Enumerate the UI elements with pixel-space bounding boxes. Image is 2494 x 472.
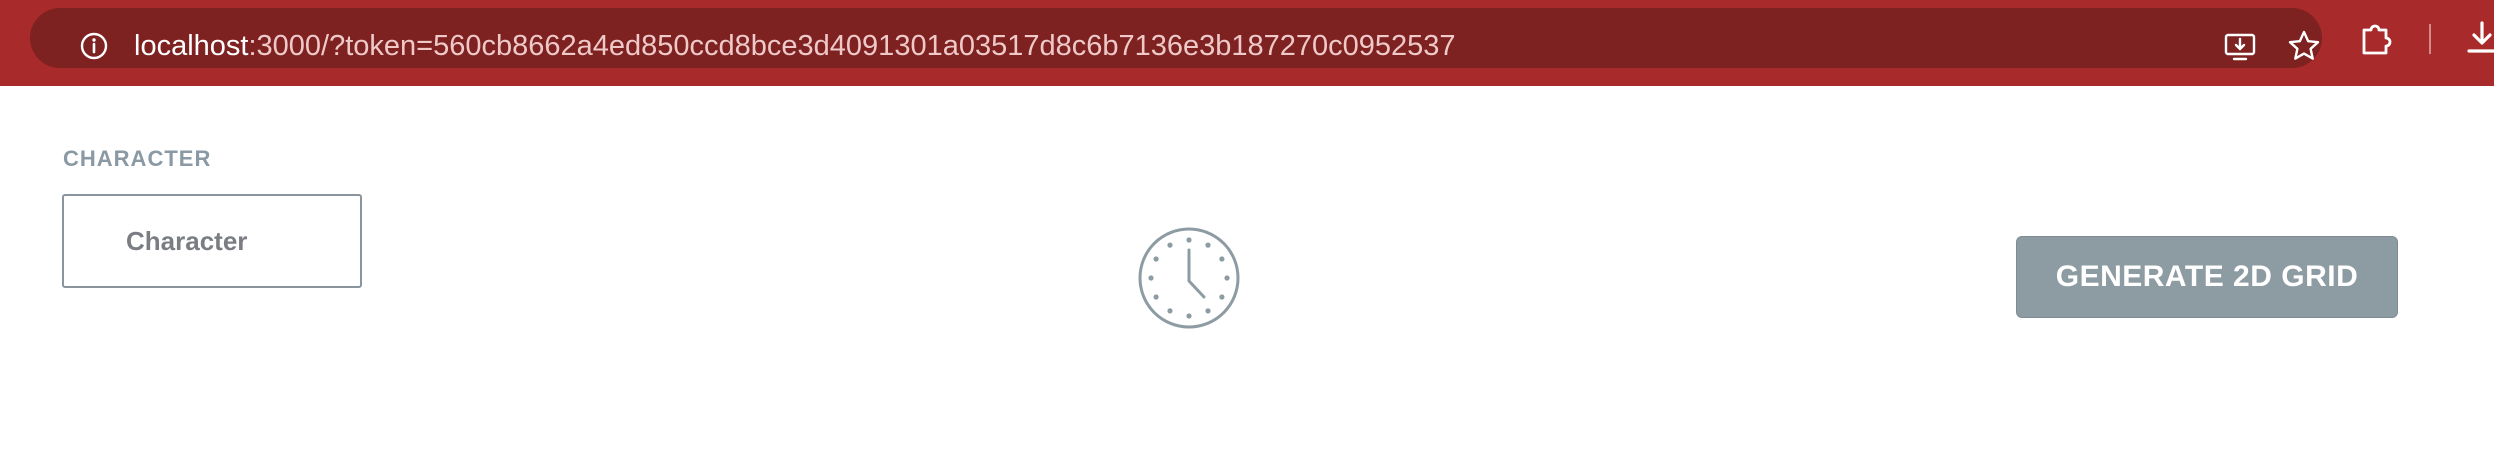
address-bar[interactable]: localhost:3000/?token=560cb8662a4ed850cc… bbox=[30, 8, 2322, 68]
character-label: CHARACTER bbox=[63, 146, 212, 171]
install-app-icon[interactable] bbox=[2222, 28, 2258, 64]
toolbar-divider bbox=[2429, 24, 2431, 54]
generate-2d-grid-button[interactable]: GENERATE 2D GRID bbox=[2016, 236, 2398, 318]
download-icon[interactable] bbox=[2462, 18, 2494, 58]
extensions-icon[interactable] bbox=[2356, 18, 2396, 58]
character-select-button[interactable]: Character bbox=[62, 194, 362, 288]
url-host: localhost bbox=[134, 30, 249, 62]
bookmark-star-icon[interactable] bbox=[2286, 28, 2322, 64]
info-icon[interactable] bbox=[78, 30, 110, 62]
browser-toolbar: localhost:3000/?token=560cb8662a4ed850cc… bbox=[0, 0, 2494, 86]
url-path: :3000/?token=560cb8662a4ed850ccd8bce3d40… bbox=[248, 30, 1456, 62]
url-text[interactable]: localhost:3000/?token=560cb8662a4ed850cc… bbox=[134, 26, 1456, 66]
clock-icon bbox=[1138, 227, 1240, 329]
